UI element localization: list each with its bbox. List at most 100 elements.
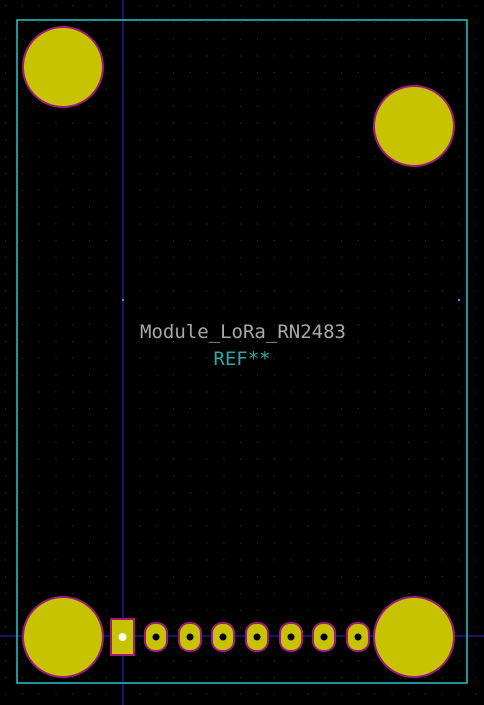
grid-dot bbox=[475, 643, 477, 645]
grid-dot bbox=[425, 55, 426, 57]
grid-dot bbox=[89, 173, 90, 174]
grid-dot bbox=[55, 324, 57, 326]
grid-dot bbox=[240, 475, 242, 477]
grid-dot bbox=[72, 559, 74, 561]
grid-dot bbox=[441, 273, 443, 275]
grid-dot bbox=[273, 509, 275, 510]
grid-dot bbox=[21, 408, 23, 410]
grid-dot bbox=[89, 509, 90, 510]
grid-dot bbox=[475, 223, 477, 225]
grid-dot bbox=[38, 223, 40, 225]
pcb-footprint-canvas[interactable]: Module_LoRa_RN2483 REF** bbox=[0, 0, 484, 705]
grid-dot bbox=[72, 677, 74, 678]
grid-dot bbox=[156, 290, 158, 292]
grid-dot bbox=[89, 156, 90, 158]
grid-dot bbox=[257, 425, 258, 426]
grid-dot bbox=[5, 425, 6, 426]
grid-dot bbox=[105, 576, 107, 578]
grid-dot bbox=[341, 5, 342, 6]
grid-dot bbox=[139, 559, 141, 561]
grid-dot bbox=[441, 156, 443, 158]
grid-dot bbox=[223, 492, 225, 494]
grid-dot bbox=[5, 38, 6, 40]
grid-dot bbox=[105, 525, 107, 527]
grid-dot bbox=[89, 105, 90, 107]
grid-dot bbox=[173, 425, 174, 426]
grid-dot bbox=[89, 391, 90, 393]
grid-dot bbox=[189, 693, 191, 695]
grid-dot bbox=[324, 357, 326, 359]
grid-dot bbox=[5, 458, 6, 460]
grid-dot bbox=[324, 122, 326, 124]
grid-dot bbox=[408, 693, 410, 695]
grid-dot bbox=[38, 542, 40, 544]
grid-dot bbox=[105, 257, 107, 258]
grid-dot bbox=[206, 626, 208, 628]
grid-dot bbox=[374, 206, 376, 208]
footprint-value-text[interactable]: Module_LoRa_RN2483 bbox=[140, 321, 346, 343]
mounting-hole-top-right[interactable] bbox=[373, 85, 455, 167]
grid-dot bbox=[425, 677, 426, 678]
grid-dot bbox=[408, 5, 410, 6]
grid-dot bbox=[324, 72, 326, 74]
grid-dot bbox=[290, 89, 292, 90]
grid-dot bbox=[357, 173, 359, 174]
grid-dot bbox=[273, 693, 275, 695]
grid-dot bbox=[425, 441, 426, 443]
grid-dot bbox=[441, 5, 443, 6]
grid-dot bbox=[173, 55, 174, 57]
footprint-reference-text[interactable]: REF** bbox=[213, 348, 270, 370]
grid-dot bbox=[341, 122, 342, 124]
grid-dot bbox=[173, 21, 174, 23]
grid-dot bbox=[139, 525, 141, 527]
grid-dot bbox=[458, 105, 460, 107]
grid-dot bbox=[189, 677, 191, 678]
grid-dot bbox=[273, 458, 275, 460]
grid-dot bbox=[391, 5, 393, 6]
grid-dot bbox=[189, 408, 191, 410]
grid-dot bbox=[173, 542, 174, 544]
grid-dot bbox=[21, 374, 23, 376]
grid-dot bbox=[189, 122, 191, 124]
grid-dot bbox=[324, 105, 326, 107]
mounting-hole-bottom-left[interactable] bbox=[22, 596, 104, 678]
grid-dot bbox=[357, 693, 359, 695]
grid-dot bbox=[257, 72, 258, 74]
grid-dot bbox=[5, 391, 6, 393]
grid-dot bbox=[257, 441, 258, 443]
grid-dot bbox=[307, 576, 309, 578]
grid-dot bbox=[374, 89, 376, 90]
grid-dot bbox=[173, 693, 174, 695]
grid-dot bbox=[173, 173, 174, 174]
mounting-hole-bottom-right[interactable] bbox=[373, 596, 455, 678]
grid-dot bbox=[156, 21, 158, 23]
grid-dot bbox=[391, 38, 393, 40]
grid-dot bbox=[257, 475, 258, 477]
footprint-view[interactable]: Module_LoRa_RN2483 REF** bbox=[0, 0, 484, 705]
grid-dot bbox=[206, 290, 208, 292]
grid-dot bbox=[223, 290, 225, 292]
grid-dot bbox=[273, 105, 275, 107]
grid-dot bbox=[156, 223, 158, 225]
grid-dot bbox=[475, 492, 477, 494]
grid-dot bbox=[89, 21, 90, 23]
grid-dot bbox=[223, 273, 225, 275]
mounting-hole-top-left[interactable] bbox=[22, 26, 104, 108]
grid-dot bbox=[21, 609, 23, 611]
grid-dot bbox=[408, 189, 410, 191]
grid-dot bbox=[257, 122, 258, 124]
grid-dot bbox=[324, 525, 326, 527]
grid-dot bbox=[72, 391, 74, 393]
grid-dot bbox=[441, 324, 443, 326]
grid-dot bbox=[38, 374, 40, 376]
grid-dot bbox=[458, 223, 460, 225]
grid-dot bbox=[206, 693, 208, 695]
grid-dot bbox=[458, 290, 460, 292]
grid-dot bbox=[156, 660, 158, 662]
grid-dot bbox=[273, 257, 275, 258]
grid-dot bbox=[441, 206, 443, 208]
grid-dot bbox=[425, 223, 426, 225]
grid-dot bbox=[257, 257, 258, 258]
grid-dot bbox=[341, 156, 342, 158]
grid-dot bbox=[206, 441, 208, 443]
